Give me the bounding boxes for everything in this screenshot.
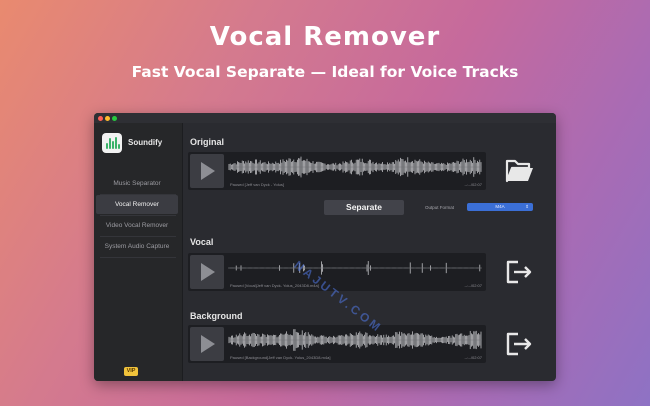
output-format-select[interactable]: M4A ⇕ <box>467 203 533 211</box>
vocal-section-title: Vocal <box>190 237 214 247</box>
play-icon <box>201 263 215 281</box>
vocal-track-panel: Paused [Vocal]Jeff van Dyck- Yolus_2043D… <box>188 253 486 291</box>
background-export-icon[interactable] <box>496 325 540 363</box>
background-track-panel: Paused [Background]Jeff van Dyck- Yolus_… <box>188 325 486 363</box>
vocal-track-time: --:--/02:07 <box>464 283 482 288</box>
zoom-window-button[interactable] <box>112 116 117 121</box>
play-icon <box>201 162 215 180</box>
original-play-button[interactable] <box>190 154 224 188</box>
background-waveform[interactable] <box>228 327 482 353</box>
original-waveform[interactable] <box>228 154 482 180</box>
folder-open-icon[interactable] <box>496 152 540 190</box>
minimize-window-button[interactable] <box>105 116 110 121</box>
vocal-track-status: Paused [Vocal]Jeff van Dyck- Yolus_2043D… <box>230 283 319 288</box>
chevron-updown-icon: ⇕ <box>525 204 529 209</box>
background-track-time: --:--/02:07 <box>464 355 482 360</box>
output-format-value: M4A <box>495 204 505 209</box>
sidebar-item-video-vocal-remover[interactable]: Video Vocal Remover <box>96 216 178 235</box>
background-track-status: Paused [Background]Jeff van Dyck- Yolus_… <box>230 355 331 360</box>
original-track-time: --:--/02:07 <box>464 182 482 187</box>
play-icon <box>201 335 215 353</box>
vip-badge[interactable]: VIP <box>124 367 138 376</box>
sidebar-item-music-separator[interactable]: Music Separator <box>96 174 178 193</box>
separate-button[interactable]: Separate <box>324 200 404 215</box>
close-window-button[interactable] <box>98 116 103 121</box>
vocal-waveform[interactable] <box>228 255 482 281</box>
original-track-status: Paused [Jeff van Dyck - Yolus] <box>230 182 284 187</box>
sidebar-item-vocal-remover[interactable]: Vocal Remover <box>96 195 178 214</box>
title-bar <box>94 113 556 123</box>
waveform-logo-icon <box>102 133 122 153</box>
background-section-title: Background <box>190 311 243 321</box>
background-play-button[interactable] <box>190 327 224 361</box>
output-format-label: Output Format <box>425 205 455 210</box>
sidebar: Soundify Music Separator Vocal Remover V… <box>94 123 183 381</box>
app-window: Soundify Music Separator Vocal Remover V… <box>94 113 556 381</box>
app-name: Soundify <box>128 138 163 147</box>
sidebar-divider <box>100 257 176 258</box>
original-section-title: Original <box>190 137 225 147</box>
vocal-export-icon[interactable] <box>496 253 540 291</box>
original-track-panel: Paused [Jeff van Dyck - Yolus] --:--/02:… <box>188 152 486 190</box>
hero-subtitle: Fast Vocal Separate — Ideal for Voice Tr… <box>131 63 519 81</box>
vocal-play-button[interactable] <box>190 255 224 289</box>
sidebar-item-system-audio-capture[interactable]: System Audio Capture <box>96 237 178 256</box>
hero-title: Vocal Remover <box>209 22 441 52</box>
